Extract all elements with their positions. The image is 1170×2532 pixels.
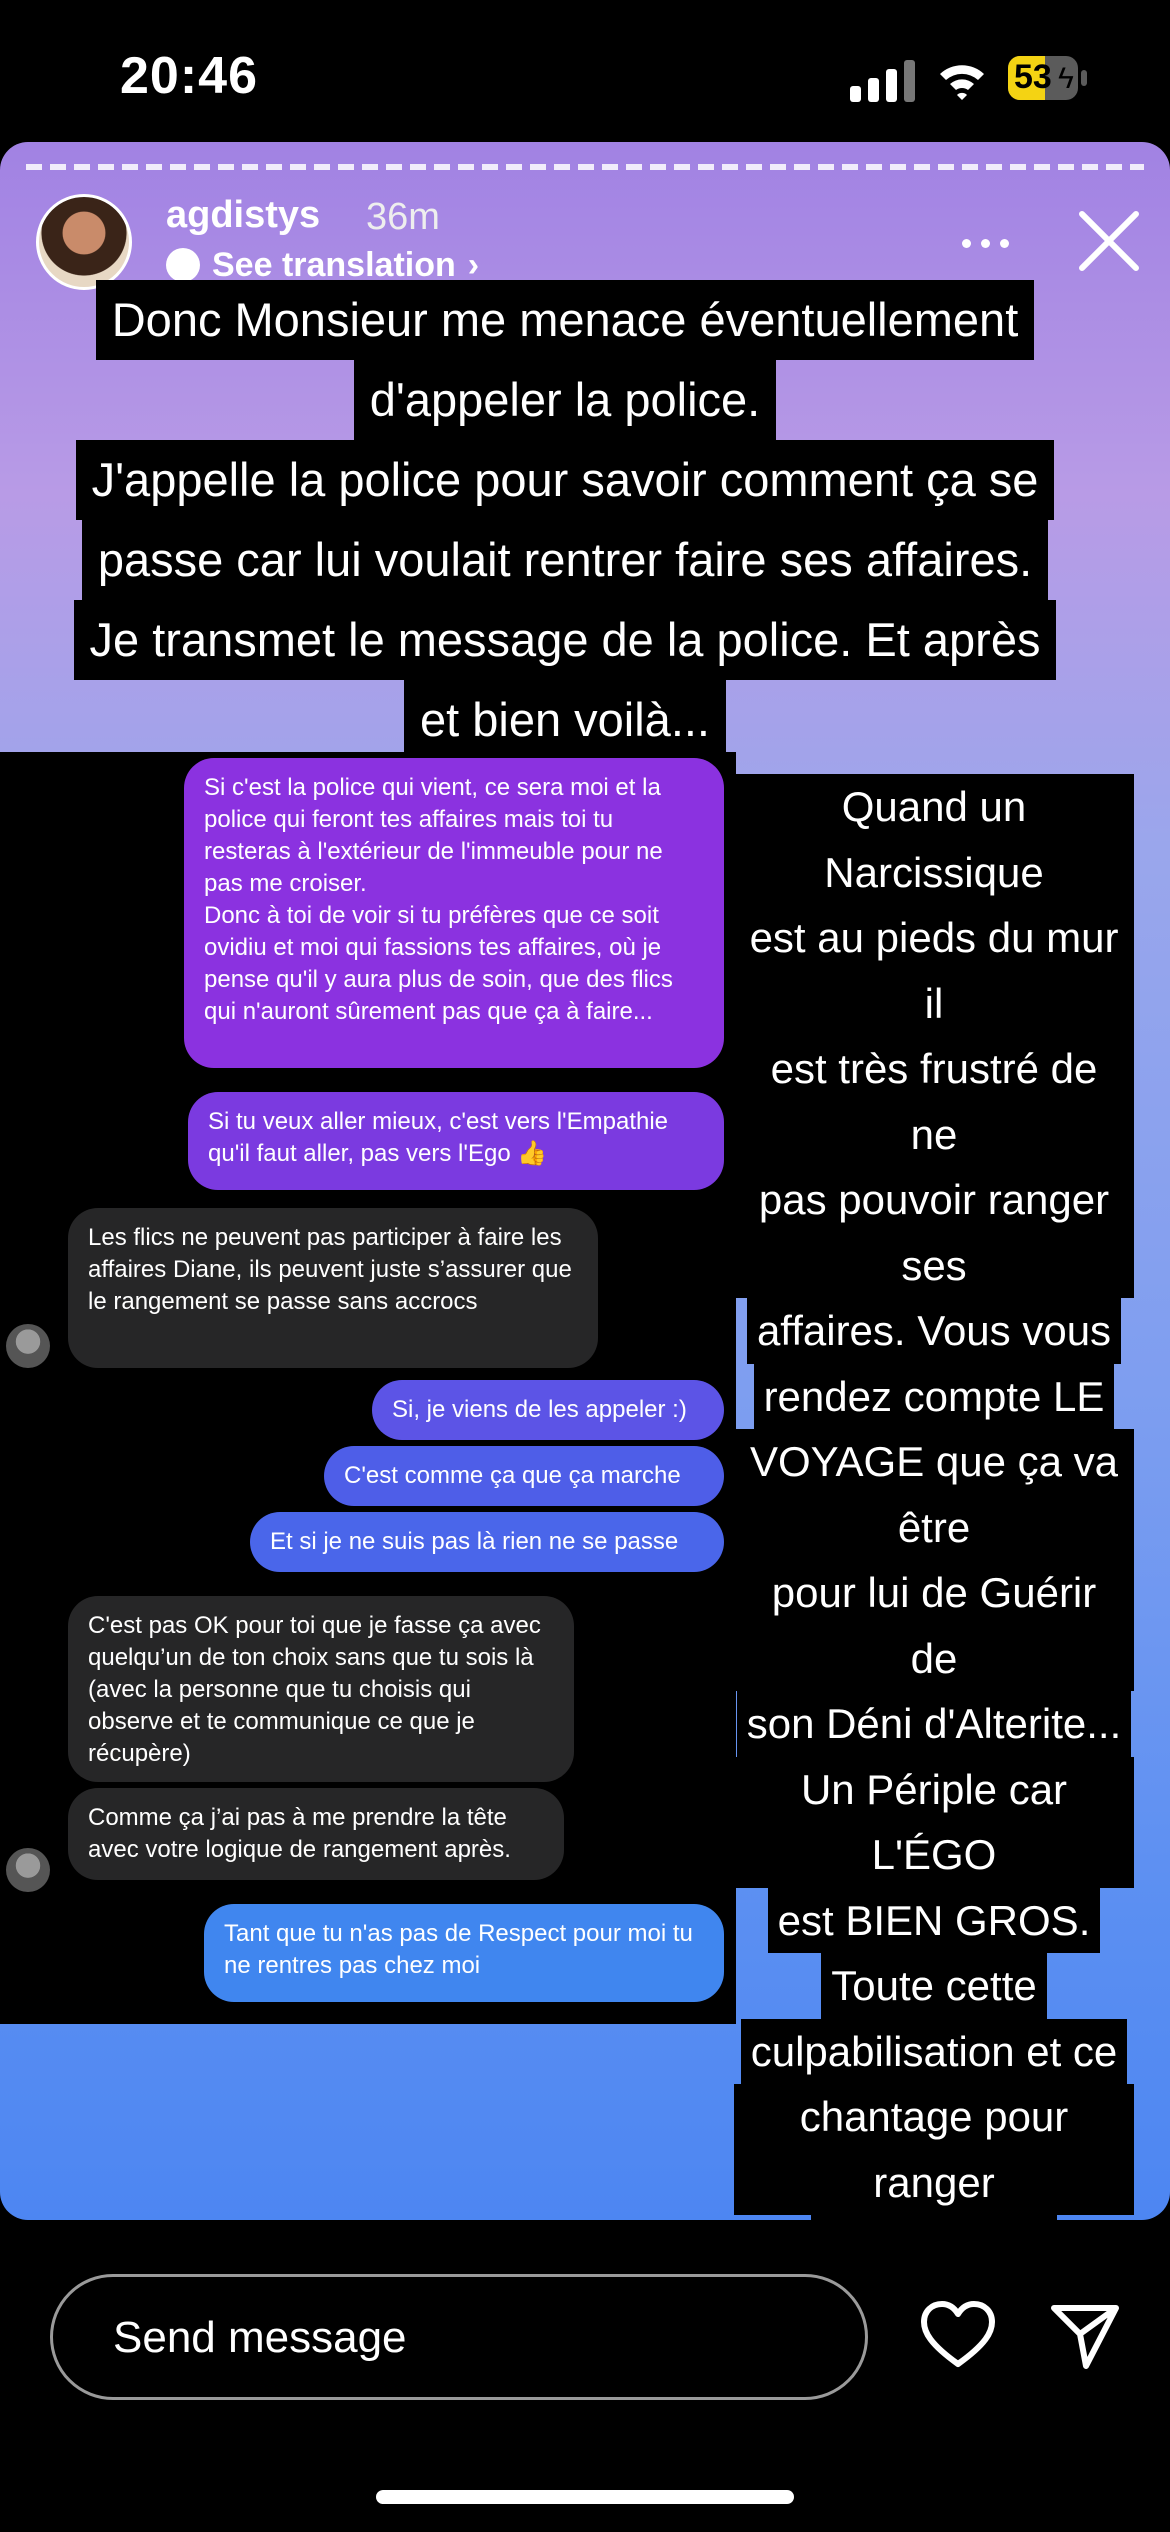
story-time: 36m bbox=[366, 196, 440, 238]
caption-line: d'appeler la police. bbox=[353, 360, 777, 440]
message-bubble-sent: Tant que tu n'as pas de Respect pour moi… bbox=[204, 1904, 724, 2002]
caption-line: et bien voilà... bbox=[403, 680, 726, 760]
close-icon[interactable] bbox=[1076, 208, 1142, 274]
story-username[interactable]: agdistys bbox=[166, 194, 320, 237]
message-bubble-sent: C'est comme ça que ça marche bbox=[324, 1446, 724, 1506]
message-bubble-received: Les flics ne peuvent pas participer à fa… bbox=[68, 1208, 598, 1368]
message-bubble-sent: Si c'est la police qui vient, ce sera mo… bbox=[184, 758, 724, 1068]
caption-line: pour lui de Guérir de bbox=[734, 1560, 1134, 1691]
caption-line: est très frustré de ne bbox=[734, 1036, 1134, 1167]
signal-icon bbox=[850, 60, 915, 102]
battery-percent: 53 bbox=[1014, 58, 1052, 96]
charging-icon: ϟ bbox=[1058, 62, 1074, 95]
message-bubble-sent: Si tu veux aller mieux, c'est vers l'Emp… bbox=[188, 1092, 724, 1190]
caption-line: son Déni d'Alterite... bbox=[736, 1691, 1132, 1757]
caption-line: affaires. Vous vous bbox=[746, 1298, 1122, 1364]
chevron-right-icon: › bbox=[467, 245, 480, 284]
caption-line: passe car lui voulait rentrer faire ses … bbox=[81, 520, 1049, 600]
message-bubble-sent: Et si je ne suis pas là rien ne se passe bbox=[250, 1512, 724, 1572]
caption-line: est BIEN GROS. bbox=[767, 1887, 1101, 1953]
story-caption-side: Quand un Narcissique est au pieds du mur … bbox=[734, 774, 1134, 2220]
story-caption-top: Donc Monsieur me menace éventuellement d'… bbox=[0, 280, 1130, 760]
caption-line: Toute cette bbox=[821, 1953, 1047, 2019]
translate-icon bbox=[166, 248, 200, 282]
caption-line: chantage pour ranger bbox=[734, 2084, 1134, 2215]
send-message-placeholder: Send message bbox=[113, 2313, 407, 2362]
caption-line: Un Périple car L'ÉGO bbox=[734, 1756, 1134, 1888]
caption-line: Quand un Narcissique bbox=[734, 774, 1134, 905]
caption-line: VOYAGE que ça va être bbox=[734, 1429, 1134, 1560]
avatar[interactable] bbox=[36, 194, 132, 290]
message-bubble-received: Comme ça j’ai pas à me prendre la tête a… bbox=[68, 1788, 564, 1880]
caption-line: est au pieds du mur il bbox=[734, 905, 1134, 1036]
message-bubble-received: C'est pas OK pour toi que je fasse ça av… bbox=[68, 1596, 574, 1782]
story-card[interactable]: agdistys 36m See translation › Donc Mons… bbox=[0, 142, 1170, 2220]
more-options-button[interactable] bbox=[962, 228, 1022, 258]
status-time: 20:46 bbox=[120, 47, 258, 105]
status-bar: 20:46 53 ϟ bbox=[0, 0, 1170, 140]
send-message-input[interactable]: Send message bbox=[50, 2274, 868, 2400]
caption-line: rendez compte LE bbox=[753, 1363, 1115, 1429]
message-bubble-sent: Si, je viens de les appeler :) bbox=[372, 1380, 724, 1440]
contact-avatar bbox=[6, 1324, 50, 1368]
caption-line: ses affaires. bbox=[811, 2215, 1057, 2220]
wifi-icon bbox=[940, 65, 984, 100]
caption-line: Je transmet le message de la police. Et … bbox=[73, 600, 1057, 680]
heart-icon[interactable] bbox=[920, 2300, 996, 2370]
caption-line: culpabilisation et ce bbox=[740, 2018, 1128, 2084]
contact-avatar bbox=[6, 1848, 50, 1892]
story-progress-bar bbox=[26, 164, 1144, 170]
more-icon bbox=[962, 238, 971, 248]
chat-screenshot: Si c'est la police qui vient, ce sera mo… bbox=[0, 752, 736, 2024]
see-translation-label: See translation bbox=[212, 245, 456, 284]
send-icon[interactable] bbox=[1050, 2300, 1120, 2370]
battery-icon: 53 ϟ bbox=[1008, 56, 1088, 102]
home-indicator bbox=[376, 2490, 794, 2504]
caption-line: pas pouvoir ranger ses bbox=[734, 1167, 1134, 1298]
caption-line: Donc Monsieur me menace éventuellement bbox=[95, 280, 1035, 360]
caption-line: J'appelle la police pour savoir comment … bbox=[75, 440, 1055, 520]
